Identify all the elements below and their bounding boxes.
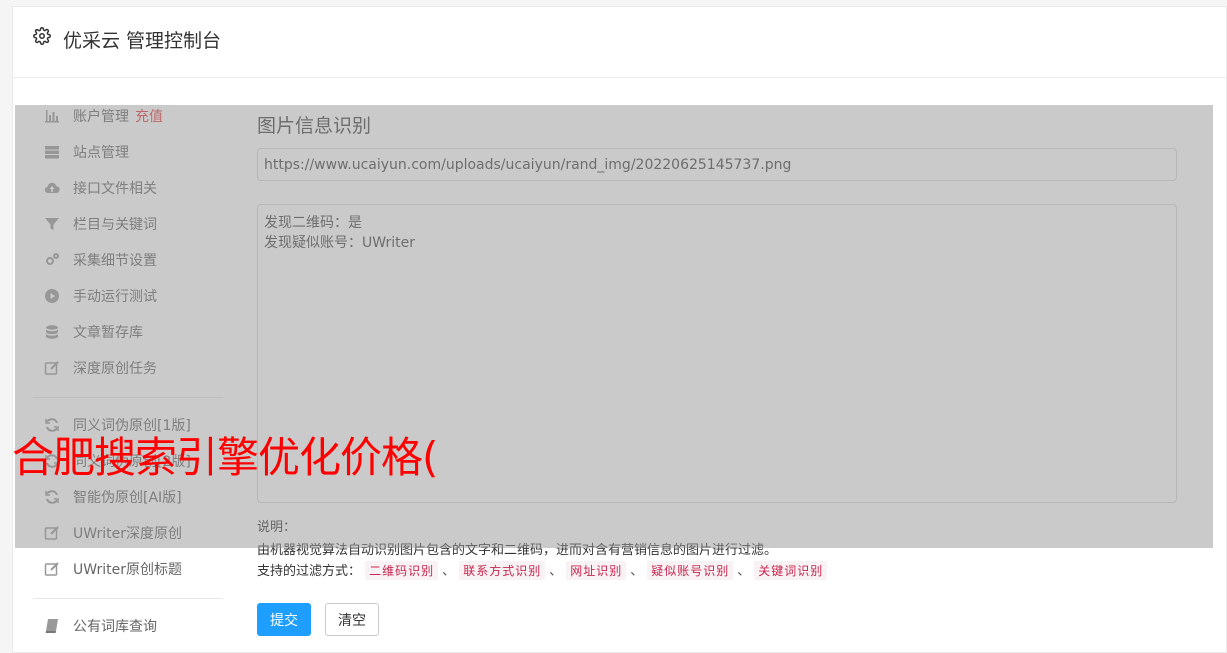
page-title: 优采云 管理控制台 xyxy=(63,30,222,52)
filter-methods: 支持的过滤方式： 二维码识别、联系方式识别、网址识别、疑似账号识别、关键词识别 xyxy=(257,560,828,580)
sidebar-item-label: 公有词库查询 xyxy=(73,619,157,635)
filter-tag: 关键词识别 xyxy=(754,561,828,580)
filter-tag: 联系方式识别 xyxy=(459,561,546,580)
submit-button[interactable]: 提交 xyxy=(257,603,311,636)
tag-separator: 、 xyxy=(442,564,456,579)
sidebar-item-uwriter-title[interactable]: UWriter原创标题 xyxy=(43,558,182,580)
tag-separator: 、 xyxy=(737,564,751,579)
filter-tag: 二维码识别 xyxy=(365,561,439,580)
sidebar-divider xyxy=(33,598,223,599)
tag-separator: 、 xyxy=(549,564,563,579)
filter-tag: 网址识别 xyxy=(566,561,627,580)
gear-icon xyxy=(33,27,51,45)
book-icon xyxy=(43,618,61,634)
filter-label: 支持的过滤方式： xyxy=(257,564,362,579)
console-header: 优采云 管理控制台 xyxy=(13,7,1226,78)
filter-tag: 疑似账号识别 xyxy=(647,561,734,580)
sidebar-item-public-lexicon[interactable]: 公有词库查询 xyxy=(43,615,157,637)
sidebar-item-label: UWriter原创标题 xyxy=(73,562,182,578)
tag-separator: 、 xyxy=(630,564,644,579)
overlay-ad-text: 合肥搜索引擎优化价格( xyxy=(12,433,438,482)
clear-button[interactable]: 清空 xyxy=(325,603,379,636)
edit-icon xyxy=(43,561,61,577)
